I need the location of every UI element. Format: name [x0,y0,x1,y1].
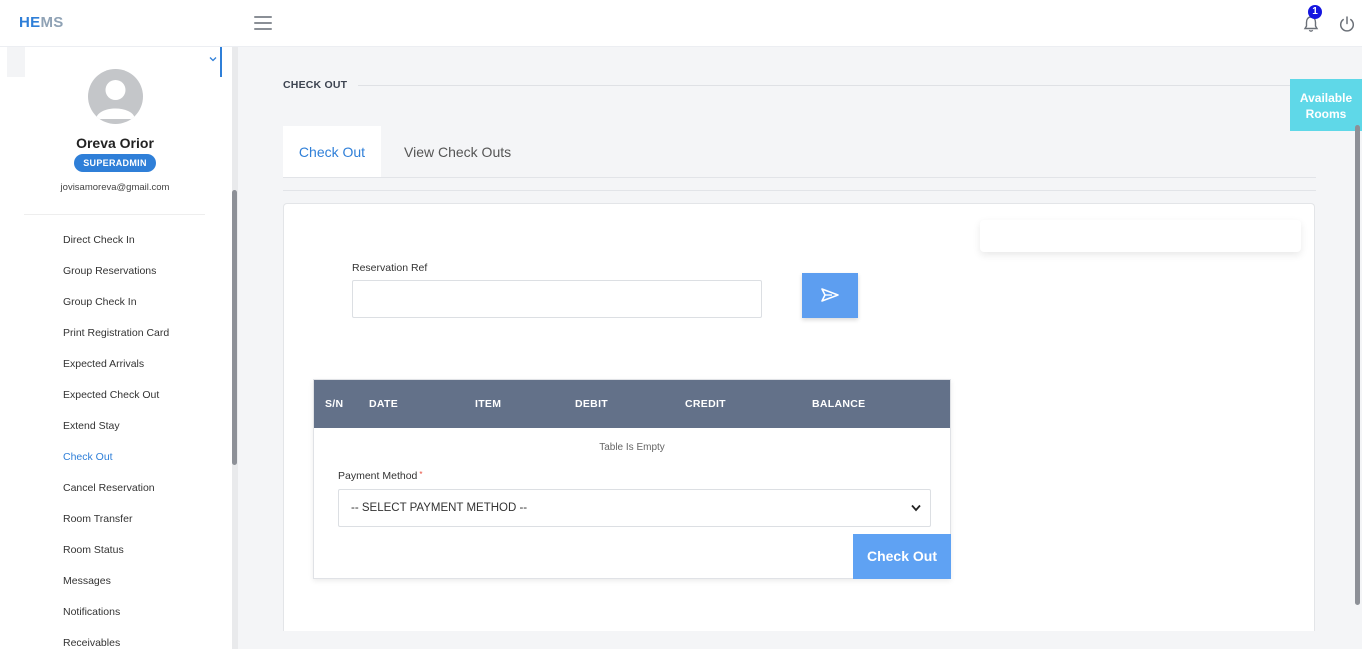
submit-reference-button[interactable] [802,273,858,318]
app-logo[interactable]: HEMS [19,14,64,31]
top-bar: HEMS 1 [0,0,1362,47]
sidebar-item-expected-arrivals[interactable]: Expected Arrivals [63,358,169,389]
column-header-debit: DEBIT [575,398,608,410]
sidebar-item-check-out[interactable]: Check Out [63,451,169,482]
table-header: S/N DATE ITEM DEBIT CREDIT BALANCE [314,380,950,428]
tab-view-check-outs[interactable]: View Check Outs [404,126,511,178]
floating-panel [980,220,1301,252]
user-name: Oreva Orior [76,135,154,151]
reservation-ref-input[interactable] [352,280,762,318]
user-email: jovisamoreva@gmail.com [60,182,170,193]
column-header-balance: BALANCE [812,398,866,410]
column-header-date: DATE [369,398,399,410]
sidebar-item-print-registration-card[interactable]: Print Registration Card [63,327,169,358]
role-badge: SUPERADMIN [74,154,156,172]
chevron-down-icon[interactable] [208,54,218,64]
column-header-credit: CREDIT [685,398,726,410]
tab-check-out[interactable]: Check Out [283,126,381,178]
available-rooms-label-line2: Rooms [1305,107,1347,121]
send-icon [821,288,839,302]
reservation-ref-label: Reservation Ref [352,262,428,274]
check-out-table: S/N DATE ITEM DEBIT CREDIT BALANCE Table… [313,379,951,579]
sidebar: Oreva Orior SUPERADMIN jovisamoreva@gmai… [0,47,232,649]
sidebar-item-messages[interactable]: Messages [63,575,169,606]
sidebar-item-room-status[interactable]: Room Status [63,544,169,575]
sidebar-item-receivables[interactable]: Receivables [63,637,169,649]
sidebar-item-direct-check-in[interactable]: Direct Check In [63,234,169,265]
user-silhouette-icon [96,80,135,119]
required-asterisk: * [419,470,423,479]
sidebar-item-extend-stay[interactable]: Extend Stay [63,420,169,451]
tabs-divider [283,177,1316,178]
check-out-submit-button[interactable]: Check Out [853,534,951,579]
payment-method-label: Payment Method * [338,470,423,482]
sidebar-item-notifications[interactable]: Notifications [63,606,169,637]
column-header-sn: S/N [325,398,344,410]
payment-method-selected-value: -- SELECT PAYMENT METHOD -- [351,502,528,514]
main-scrollbar-thumb[interactable] [1355,125,1360,605]
chevron-down-icon [911,504,921,512]
page-title: CHECK OUT [283,79,348,91]
sidebar-item-expected-check-out[interactable]: Expected Check Out [63,389,169,420]
tabs-divider-secondary [283,190,1316,191]
available-rooms-button[interactable]: Available Rooms [1290,79,1362,131]
available-rooms-label-line1: Available [1299,91,1353,105]
sidebar-item-group-check-in[interactable]: Group Check In [63,296,169,327]
column-header-item: ITEM [475,398,502,410]
logo-text-part1: HE [19,14,41,31]
sidebar-menu: Direct Check In Group Reservations Group… [63,234,169,649]
sidebar-scrollbar-thumb[interactable] [232,190,237,465]
logo-text-part2: MS [40,14,64,31]
notification-count-badge[interactable]: 1 [1308,5,1322,19]
power-icon[interactable] [1338,15,1356,33]
heading-divider [358,85,1316,86]
sidebar-item-cancel-reservation[interactable]: Cancel Reservation [63,482,169,513]
sidebar-item-group-reservations[interactable]: Group Reservations [63,265,169,296]
sidebar-divider [24,214,205,215]
menu-toggle-icon[interactable] [254,16,272,30]
table-empty-message: Table Is Empty [599,442,665,453]
payment-method-select[interactable]: -- SELECT PAYMENT METHOD -- [338,489,931,527]
bottom-strip [238,631,1362,649]
sidebar-item-room-transfer[interactable]: Room Transfer [63,513,169,544]
avatar [88,69,143,124]
payment-method-label-text: Payment Method [338,470,418,482]
